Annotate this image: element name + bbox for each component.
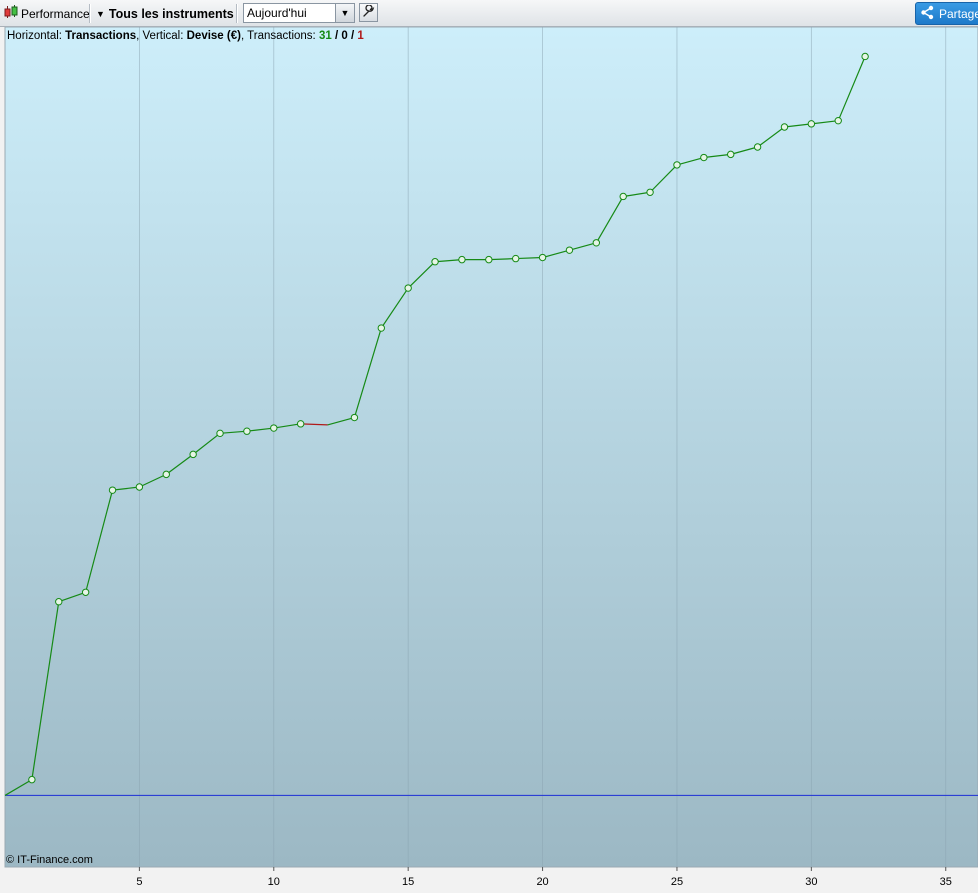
- data-point: [216, 429, 224, 438]
- vertical-prefix: , Vertical:: [136, 30, 187, 42]
- data-point: [780, 123, 789, 131]
- data-point: [565, 246, 574, 254]
- data-point: [673, 161, 681, 169]
- x-tick-label: 5: [136, 876, 142, 888]
- data-point: [700, 153, 708, 162]
- data-point: [377, 324, 385, 332]
- data-point: [619, 192, 627, 201]
- data-point: [55, 598, 63, 606]
- period-select[interactable]: Aujourd'hui ▼: [243, 3, 355, 23]
- vertical-value: Devise (€): [186, 30, 241, 42]
- separator: /: [331, 30, 342, 42]
- losing-count: 1: [357, 30, 364, 42]
- chevron-down-icon[interactable]: ▼: [335, 4, 354, 22]
- data-point: [727, 150, 735, 159]
- instruments-dropdown[interactable]: ▼ Tous les instruments: [96, 0, 234, 27]
- data-point: [511, 254, 520, 263]
- x-tick-label: 25: [671, 876, 683, 888]
- horizontal-value: Transactions: [65, 30, 137, 42]
- data-point: [538, 253, 547, 262]
- period-value: Aujourd'hui: [247, 6, 307, 20]
- data-point: [458, 255, 466, 264]
- data-point: [189, 450, 197, 459]
- performance-label: Performance: [21, 6, 90, 21]
- chart-info: Horizontal: Transactions, Vertical: Devi…: [7, 30, 364, 42]
- plot-area: [4, 27, 978, 868]
- share-button[interactable]: Partager: [915, 2, 978, 25]
- chart-svg: 5 10 15 20 25 30 35: [4, 27, 978, 888]
- x-axis: 5 10 15 20 25 30 35: [136, 867, 952, 888]
- share-label: Partager: [939, 6, 978, 21]
- data-point: [404, 284, 412, 292]
- toolbar-divider: [89, 4, 91, 23]
- data-point: [270, 424, 278, 432]
- transactions-prefix: , Transactions:: [240, 30, 319, 42]
- toolbar: Performance ▼ Tous les instruments Aujou…: [0, 0, 978, 27]
- settings-button[interactable]: [359, 3, 378, 22]
- candlestick-icon: [4, 5, 18, 22]
- share-icon: [920, 5, 939, 23]
- data-point: [108, 486, 117, 494]
- performance-button[interactable]: Performance: [4, 0, 90, 27]
- x-tick-label: 30: [805, 876, 817, 888]
- data-point: [592, 239, 601, 247]
- data-point: [296, 420, 305, 428]
- data-point: [485, 255, 493, 264]
- x-tick-label: 10: [268, 876, 280, 888]
- triangle-down-icon: ▼: [96, 8, 105, 19]
- data-point: [350, 413, 359, 422]
- data-point: [28, 775, 36, 784]
- data-point: [861, 52, 869, 61]
- winning-count: 31: [318, 30, 332, 42]
- copyright: © IT-Finance.com: [6, 854, 93, 866]
- data-point: [431, 258, 439, 266]
- horizontal-prefix: Horizontal:: [7, 30, 66, 42]
- wrench-icon: [362, 3, 375, 21]
- data-point: [753, 143, 762, 151]
- data-point: [162, 470, 170, 479]
- toolbar-divider: [236, 4, 238, 23]
- x-tick-label: 35: [940, 876, 952, 888]
- data-point: [646, 188, 654, 196]
- data-point: [807, 120, 816, 128]
- instruments-label: Tous les instruments: [108, 6, 234, 21]
- data-point: [834, 116, 842, 125]
- x-tick-label: 20: [536, 876, 548, 888]
- equity-chart[interactable]: 5 10 15 20 25 30 35 Horizontal: Transactions, …: [0, 27, 978, 893]
- x-tick-label: 15: [402, 876, 414, 888]
- data-point: [243, 427, 251, 435]
- data-point: [135, 483, 144, 491]
- separator: /: [347, 30, 358, 42]
- data-point: [81, 588, 90, 596]
